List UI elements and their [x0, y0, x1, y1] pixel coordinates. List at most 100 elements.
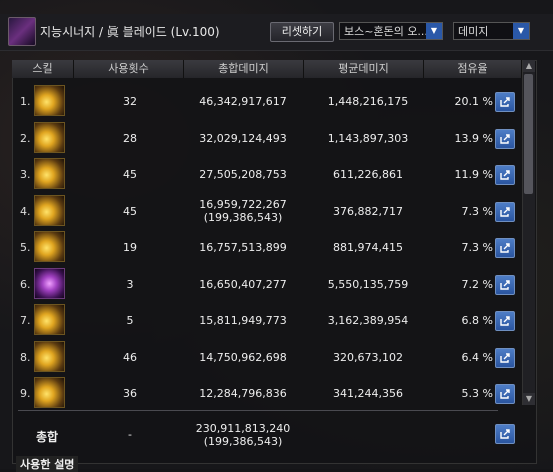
- share-button[interactable]: [495, 311, 515, 331]
- total-label: 총합: [36, 430, 59, 444]
- column-header-count: 사용횟수: [74, 60, 184, 78]
- total-damage: 16,650,407,277: [177, 278, 309, 291]
- share-percent: 7.3 %: [461, 241, 493, 254]
- boss-select[interactable]: 보스~혼돈의 오... ▼: [339, 22, 443, 40]
- share-icon: [500, 133, 510, 144]
- share-button[interactable]: [495, 201, 515, 222]
- skill-icon: [34, 231, 65, 262]
- metric-select-value: 데미지: [458, 25, 489, 38]
- total-damage: 12,284,796,836: [177, 387, 309, 400]
- share-icon: [500, 389, 510, 399]
- share-button[interactable]: [495, 274, 515, 295]
- table-row: 7. 5 15,811,949,773 3,162,389,954 6.8 %: [12, 303, 517, 338]
- share-button[interactable]: [495, 384, 515, 404]
- table-row: 5. 19 16,757,513,899 881,974,415 7.3 %: [12, 230, 517, 265]
- use-count: 28: [123, 131, 137, 145]
- share-icon: [500, 316, 510, 326]
- total-damage-value: 32,029,124,493: [199, 131, 287, 145]
- share-button[interactable]: [495, 238, 515, 258]
- total-damage-sub: (199,386,543): [203, 210, 283, 224]
- share-icon: [500, 429, 510, 439]
- total-damage-value: 46,342,917,617: [199, 95, 287, 108]
- rank-number: 9.: [20, 387, 31, 400]
- total-damage-value: 16,650,407,277: [199, 277, 287, 291]
- total-damage: 15,811,949,773: [177, 314, 309, 327]
- use-count: 45: [123, 168, 137, 181]
- reset-button[interactable]: 리셋하기: [270, 22, 334, 42]
- skill-icon: [34, 85, 65, 116]
- use-count: 32: [123, 95, 137, 108]
- average-damage: 376,882,717: [333, 204, 403, 218]
- skill-icon: [34, 194, 65, 226]
- chevron-down-icon: ▼: [513, 23, 529, 39]
- share-percent: 5.3 %: [461, 387, 493, 400]
- share-button[interactable]: [495, 347, 515, 368]
- total-damage: 46,342,917,617: [177, 95, 309, 108]
- skill-icon: [34, 121, 65, 153]
- total-damage-value: 16,959,722,267: [199, 197, 287, 211]
- table-row: 9. 36 12,284,796,836 341,244,356 5.3 %: [12, 376, 517, 411]
- total-damage-value: 12,284,796,836: [199, 387, 287, 400]
- table-scrollbar[interactable]: ▲ ▼: [522, 60, 535, 405]
- average-damage: 320,673,102: [333, 350, 403, 364]
- column-header-total: 총합데미지: [184, 60, 304, 78]
- average-damage: 5,550,135,759: [327, 277, 409, 291]
- use-count: 45: [123, 204, 137, 218]
- use-count: 46: [123, 350, 137, 364]
- skill-icon: [34, 340, 65, 372]
- total-damage: 14,750,962,698: [177, 351, 309, 364]
- total-count: -: [128, 428, 132, 441]
- average-damage: 1,448,216,175: [327, 95, 409, 108]
- skill-icon: [34, 267, 65, 299]
- share-icon: [500, 170, 510, 180]
- usage-description-tab[interactable]: 사용한 설명: [16, 456, 79, 472]
- total-damage-value: 230,911,813,240: [195, 422, 291, 435]
- boss-select-value: 보스~혼돈의 오...: [344, 25, 428, 38]
- character-name: 지능시너지 / 眞 블레이드 (Lv.100): [40, 25, 220, 39]
- average-damage: 341,244,356: [333, 387, 403, 400]
- column-header-average: 평균데미지: [304, 60, 424, 78]
- table-row: 1. 32 46,342,917,617 1,448,216,175 20.1 %: [12, 84, 517, 119]
- share-percent: 7.3 %: [461, 204, 493, 218]
- rank-number: 1.: [20, 95, 31, 108]
- total-share-button[interactable]: [495, 424, 515, 444]
- use-count: 3: [126, 277, 134, 291]
- share-button[interactable]: [495, 128, 515, 149]
- rank-number: 7.: [20, 314, 31, 327]
- share-button[interactable]: [495, 165, 515, 185]
- column-header-skill: 스킬: [12, 60, 74, 78]
- total-damage: 230,911,813,240 (199,386,543): [177, 422, 309, 448]
- rank-number: 4.: [20, 204, 31, 218]
- skill-icon: [34, 304, 65, 335]
- skill-icon: [34, 158, 65, 189]
- average-damage: 1,143,897,303: [327, 131, 409, 145]
- share-percent: 6.4 %: [461, 350, 493, 364]
- total-damage: 16,959,722,267 (199,386,543): [177, 198, 309, 224]
- skill-icon: [34, 377, 65, 408]
- total-damage-value: 15,811,949,773: [199, 314, 287, 327]
- share-button[interactable]: [495, 92, 515, 112]
- rank-number: 8.: [20, 350, 31, 364]
- chevron-down-icon: ▼: [426, 23, 442, 39]
- table-row: 6. 3 16,650,407,277 5,550,135,759 7.2 %: [12, 267, 517, 302]
- total-damage-sub: (199,386,543): [203, 435, 283, 448]
- share-percent: 7.2 %: [461, 277, 493, 291]
- table-row: 4. 45 16,959,722,267 (199,386,543) 376,882,7…: [12, 194, 517, 229]
- arrow-down-icon[interactable]: ▼: [523, 393, 535, 405]
- scrollbar-thumb[interactable]: [524, 74, 533, 194]
- use-count: 19: [123, 241, 137, 254]
- table-row: 8. 46 14,750,962,698 320,673,102 6.4 %: [12, 340, 517, 375]
- average-damage: 3,162,389,954: [327, 314, 409, 327]
- table-row: 2. 28 32,029,124,493 1,143,897,303 13.9 %: [12, 121, 517, 156]
- total-damage-value: 14,750,962,698: [199, 350, 287, 364]
- share-percent: 11.9 %: [454, 168, 493, 181]
- character-avatar: [8, 17, 36, 46]
- share-icon: [500, 279, 510, 290]
- share-icon: [500, 352, 510, 363]
- total-damage-value: 27,505,208,753: [199, 168, 287, 181]
- use-count: 36: [123, 387, 137, 400]
- column-header-share: 점유율: [424, 60, 522, 78]
- arrow-up-icon[interactable]: ▲: [523, 60, 535, 72]
- total-damage: 27,505,208,753: [177, 168, 309, 181]
- metric-select[interactable]: 데미지 ▼: [453, 22, 530, 40]
